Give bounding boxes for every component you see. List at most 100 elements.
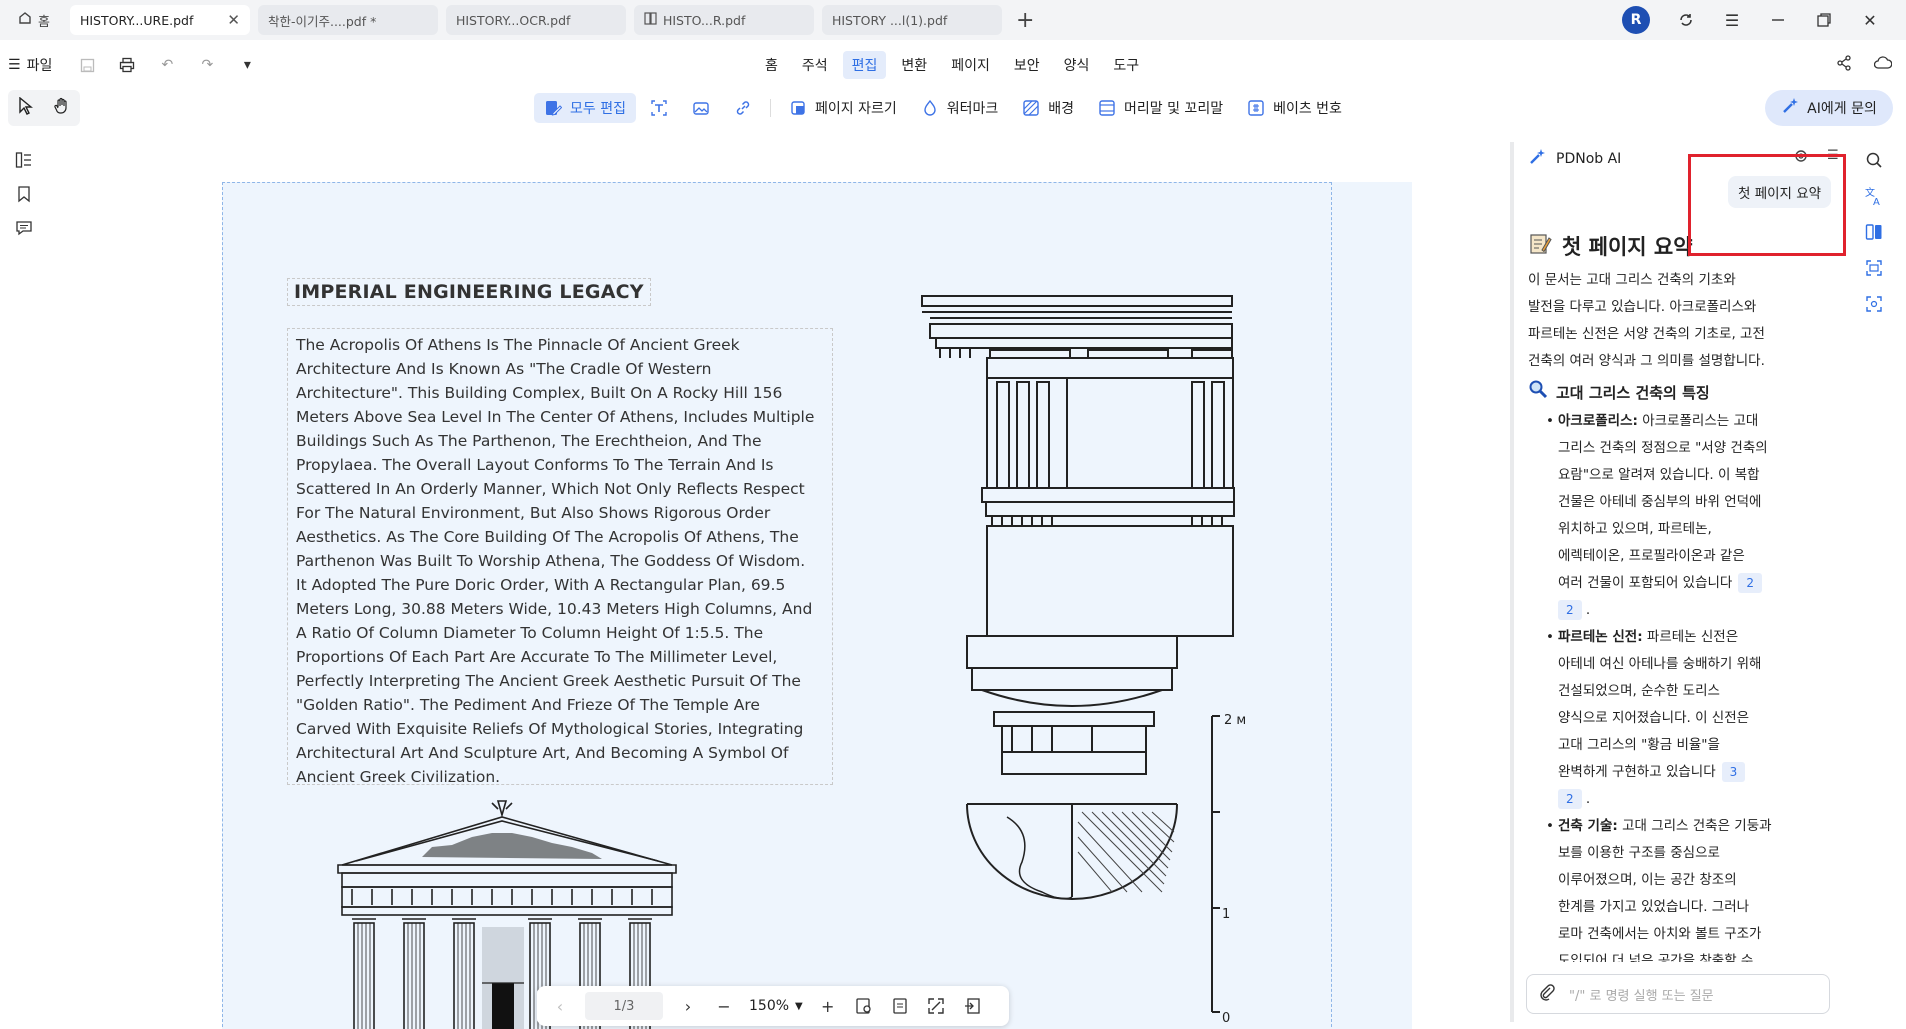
minimize-icon[interactable] <box>1768 10 1788 30</box>
fit-page-icon[interactable] <box>853 995 875 1017</box>
bullet-term: 아크로폴리스: <box>1558 413 1638 429</box>
hand-icon[interactable] <box>53 97 71 119</box>
print-icon[interactable] <box>118 56 136 74</box>
thumbnails-icon[interactable] <box>14 150 34 170</box>
comment-icon[interactable] <box>14 218 34 238</box>
zoom-in-icon[interactable]: + <box>817 995 839 1017</box>
header-footer-button[interactable]: 머리말 및 꼬리말 <box>1088 93 1233 123</box>
header-footer-icon <box>1098 99 1116 117</box>
bullet-line: 보를 이용한 구조를 중심으로 <box>1558 845 1720 861</box>
search-icon[interactable] <box>1864 150 1884 170</box>
menu-edit[interactable]: 편집 <box>842 51 887 79</box>
redo-icon[interactable]: ↷ <box>198 56 216 74</box>
menu-tools[interactable]: 도구 <box>1104 51 1148 79</box>
hamburger-icon[interactable]: ☰ <box>1722 10 1742 30</box>
page-number-input[interactable]: 1/3 <box>585 992 663 1020</box>
home-tab-label: 홈 <box>38 14 50 30</box>
document-heading[interactable]: IMPERIAL ENGINEERING LEGACY <box>287 278 651 306</box>
bullet-line: 한계를 가지고 있었습니다. 그러나 <box>1558 899 1750 915</box>
svg-text:A: A <box>1873 197 1880 206</box>
citation-badge[interactable]: 2 <box>1558 789 1582 809</box>
ai-sparkle-icon <box>1781 97 1799 119</box>
bullet-line: 그리스 건축의 정점으로 "서양 건축의 <box>1558 440 1768 456</box>
tab-history-ocr[interactable]: HISTORY...OCR.pdf <box>445 5 626 35</box>
translate-icon[interactable]: 文A <box>1864 186 1884 206</box>
ocr-scan-icon[interactable] <box>1864 258 1884 278</box>
menu-page[interactable]: 페이지 <box>942 51 999 79</box>
intro-line: 건축의 여러 양식과 그 의미를 설명합니다. <box>1528 353 1765 369</box>
add-text-button[interactable] <box>640 94 678 122</box>
zoom-out-icon[interactable]: − <box>713 995 735 1017</box>
cloud-icon[interactable] <box>1873 55 1893 75</box>
dropdown-caret-icon[interactable]: ▾ <box>238 56 256 74</box>
attachment-icon[interactable] <box>1539 983 1555 1005</box>
exit-view-icon[interactable] <box>961 995 983 1017</box>
share-icon[interactable] <box>1836 55 1852 75</box>
save-icon[interactable] <box>78 56 96 74</box>
tab-history-ure[interactable]: HISTORY...URE.pdf ✕ <box>69 5 250 35</box>
menu-security[interactable]: 보안 <box>1005 51 1049 79</box>
bullet-term: 건축 기술: <box>1558 818 1618 834</box>
close-icon[interactable]: ✕ <box>227 11 240 29</box>
tab-label: HISTORY...URE.pdf <box>79 12 194 28</box>
add-tab-icon[interactable]: + <box>1016 8 1034 33</box>
fit-width-icon[interactable] <box>889 995 911 1017</box>
ask-ai-button[interactable]: AI에게 문의 <box>1765 90 1893 126</box>
add-link-button[interactable] <box>724 94 762 122</box>
home-icon <box>18 11 32 29</box>
tab-history-l1[interactable]: HISTORY ...l(1).pdf <box>821 5 1002 35</box>
intro-line: 발전을 다루고 있습니다. 아크로폴리스와 <box>1528 299 1757 315</box>
chevron-down-icon: ▼ <box>795 1000 803 1012</box>
prev-page-icon[interactable]: ‹ <box>549 995 571 1017</box>
citation-badge[interactable]: 3 <box>1721 762 1746 782</box>
crop-icon <box>789 99 807 117</box>
bullet-line-with-citation: 여러 건물이 포함되어 있습니다 2 <box>1528 570 1820 597</box>
compare-panel-icon[interactable] <box>1864 222 1884 242</box>
bullet-line: 아테네 여신 아테나를 숭배하기 위해 <box>1558 656 1762 672</box>
select-cursor-icon[interactable] <box>18 96 34 119</box>
paragraph-line: Architecture". This Building Complex, Bu… <box>296 384 783 402</box>
sync-icon[interactable] <box>1676 10 1696 30</box>
paragraph-line: Proportions Of Each Part Are Accurate To… <box>296 648 778 666</box>
crop-page-button[interactable]: 페이지 자르기 <box>779 93 907 123</box>
tab-chakan[interactable]: 착한-이기주....pdf * <box>257 5 438 35</box>
next-page-icon[interactable]: › <box>677 995 699 1017</box>
menu-annotate[interactable]: 주석 <box>793 51 837 79</box>
undo-icon[interactable]: ↶ <box>158 56 176 74</box>
close-window-icon[interactable]: ✕ <box>1860 10 1880 30</box>
tab-bar: 홈 HISTORY...URE.pdf ✕ 착한-이기주....pdf * HI… <box>0 0 1906 40</box>
ai-chat-input[interactable]: "/" 로 명령 실행 또는 질문 <box>1526 974 1830 1014</box>
summary-intro: 이 문서는 고대 그리스 건축의 기초와 발전을 다루고 있습니다. 아크로폴리… <box>1528 267 1820 375</box>
bookmark-icon[interactable] <box>14 184 34 204</box>
panel-scrollbar[interactable] <box>1510 142 1514 1022</box>
pdf-page[interactable]: IMPERIAL ENGINEERING LEGACY The Acropoli… <box>222 182 1412 1029</box>
document-viewport[interactable]: IMPERIAL ENGINEERING LEGACY The Acropoli… <box>42 134 1494 1029</box>
home-tab[interactable]: 홈 <box>6 6 62 34</box>
menu-home[interactable]: 홈 <box>756 51 787 79</box>
bullet-line: 건물은 아테네 중심부의 바위 언덕에 <box>1558 494 1762 510</box>
add-image-button[interactable] <box>682 94 720 122</box>
background-button[interactable]: 배경 <box>1012 93 1084 123</box>
bullet-text: 아크로폴리스는 고대 <box>1637 413 1759 429</box>
menu-form[interactable]: 양식 <box>1055 51 1099 79</box>
bates-number-label: 베이츠 번호 <box>1273 101 1342 117</box>
fullscreen-icon[interactable] <box>925 995 947 1017</box>
bates-number-button[interactable]: 베이츠 번호 <box>1237 93 1352 123</box>
watermark-button[interactable]: 워터마크 <box>911 93 1009 123</box>
paragraph-line: A Ratio Of Column Diameter To Column Hei… <box>296 624 764 642</box>
zoom-select[interactable]: 150% ▼ <box>749 998 803 1014</box>
citation-badge[interactable]: 2 <box>1558 600 1582 620</box>
citation-badge[interactable]: 2 <box>1738 573 1762 593</box>
screenshot-icon[interactable] <box>1864 294 1884 314</box>
column-order-drawing[interactable]: 2 м 1 0 <box>902 292 1342 1029</box>
document-paragraph[interactable]: The Acropolis Of Athens Is The Pinnacle … <box>287 328 833 786</box>
watermark-icon <box>921 99 939 117</box>
zoom-value: 150% <box>749 998 790 1014</box>
tab-histo-r[interactable]: HISTO...R.pdf <box>633 5 814 35</box>
section-title: 고대 그리스 건축의 특징 <box>1556 384 1710 402</box>
avatar[interactable]: R <box>1622 6 1650 34</box>
menu-convert[interactable]: 변환 <box>892 51 936 79</box>
restore-icon[interactable] <box>1814 10 1834 30</box>
edit-all-button[interactable]: 모두 편집 <box>534 93 636 123</box>
file-menu[interactable]: ☰ 파일 <box>8 55 52 75</box>
